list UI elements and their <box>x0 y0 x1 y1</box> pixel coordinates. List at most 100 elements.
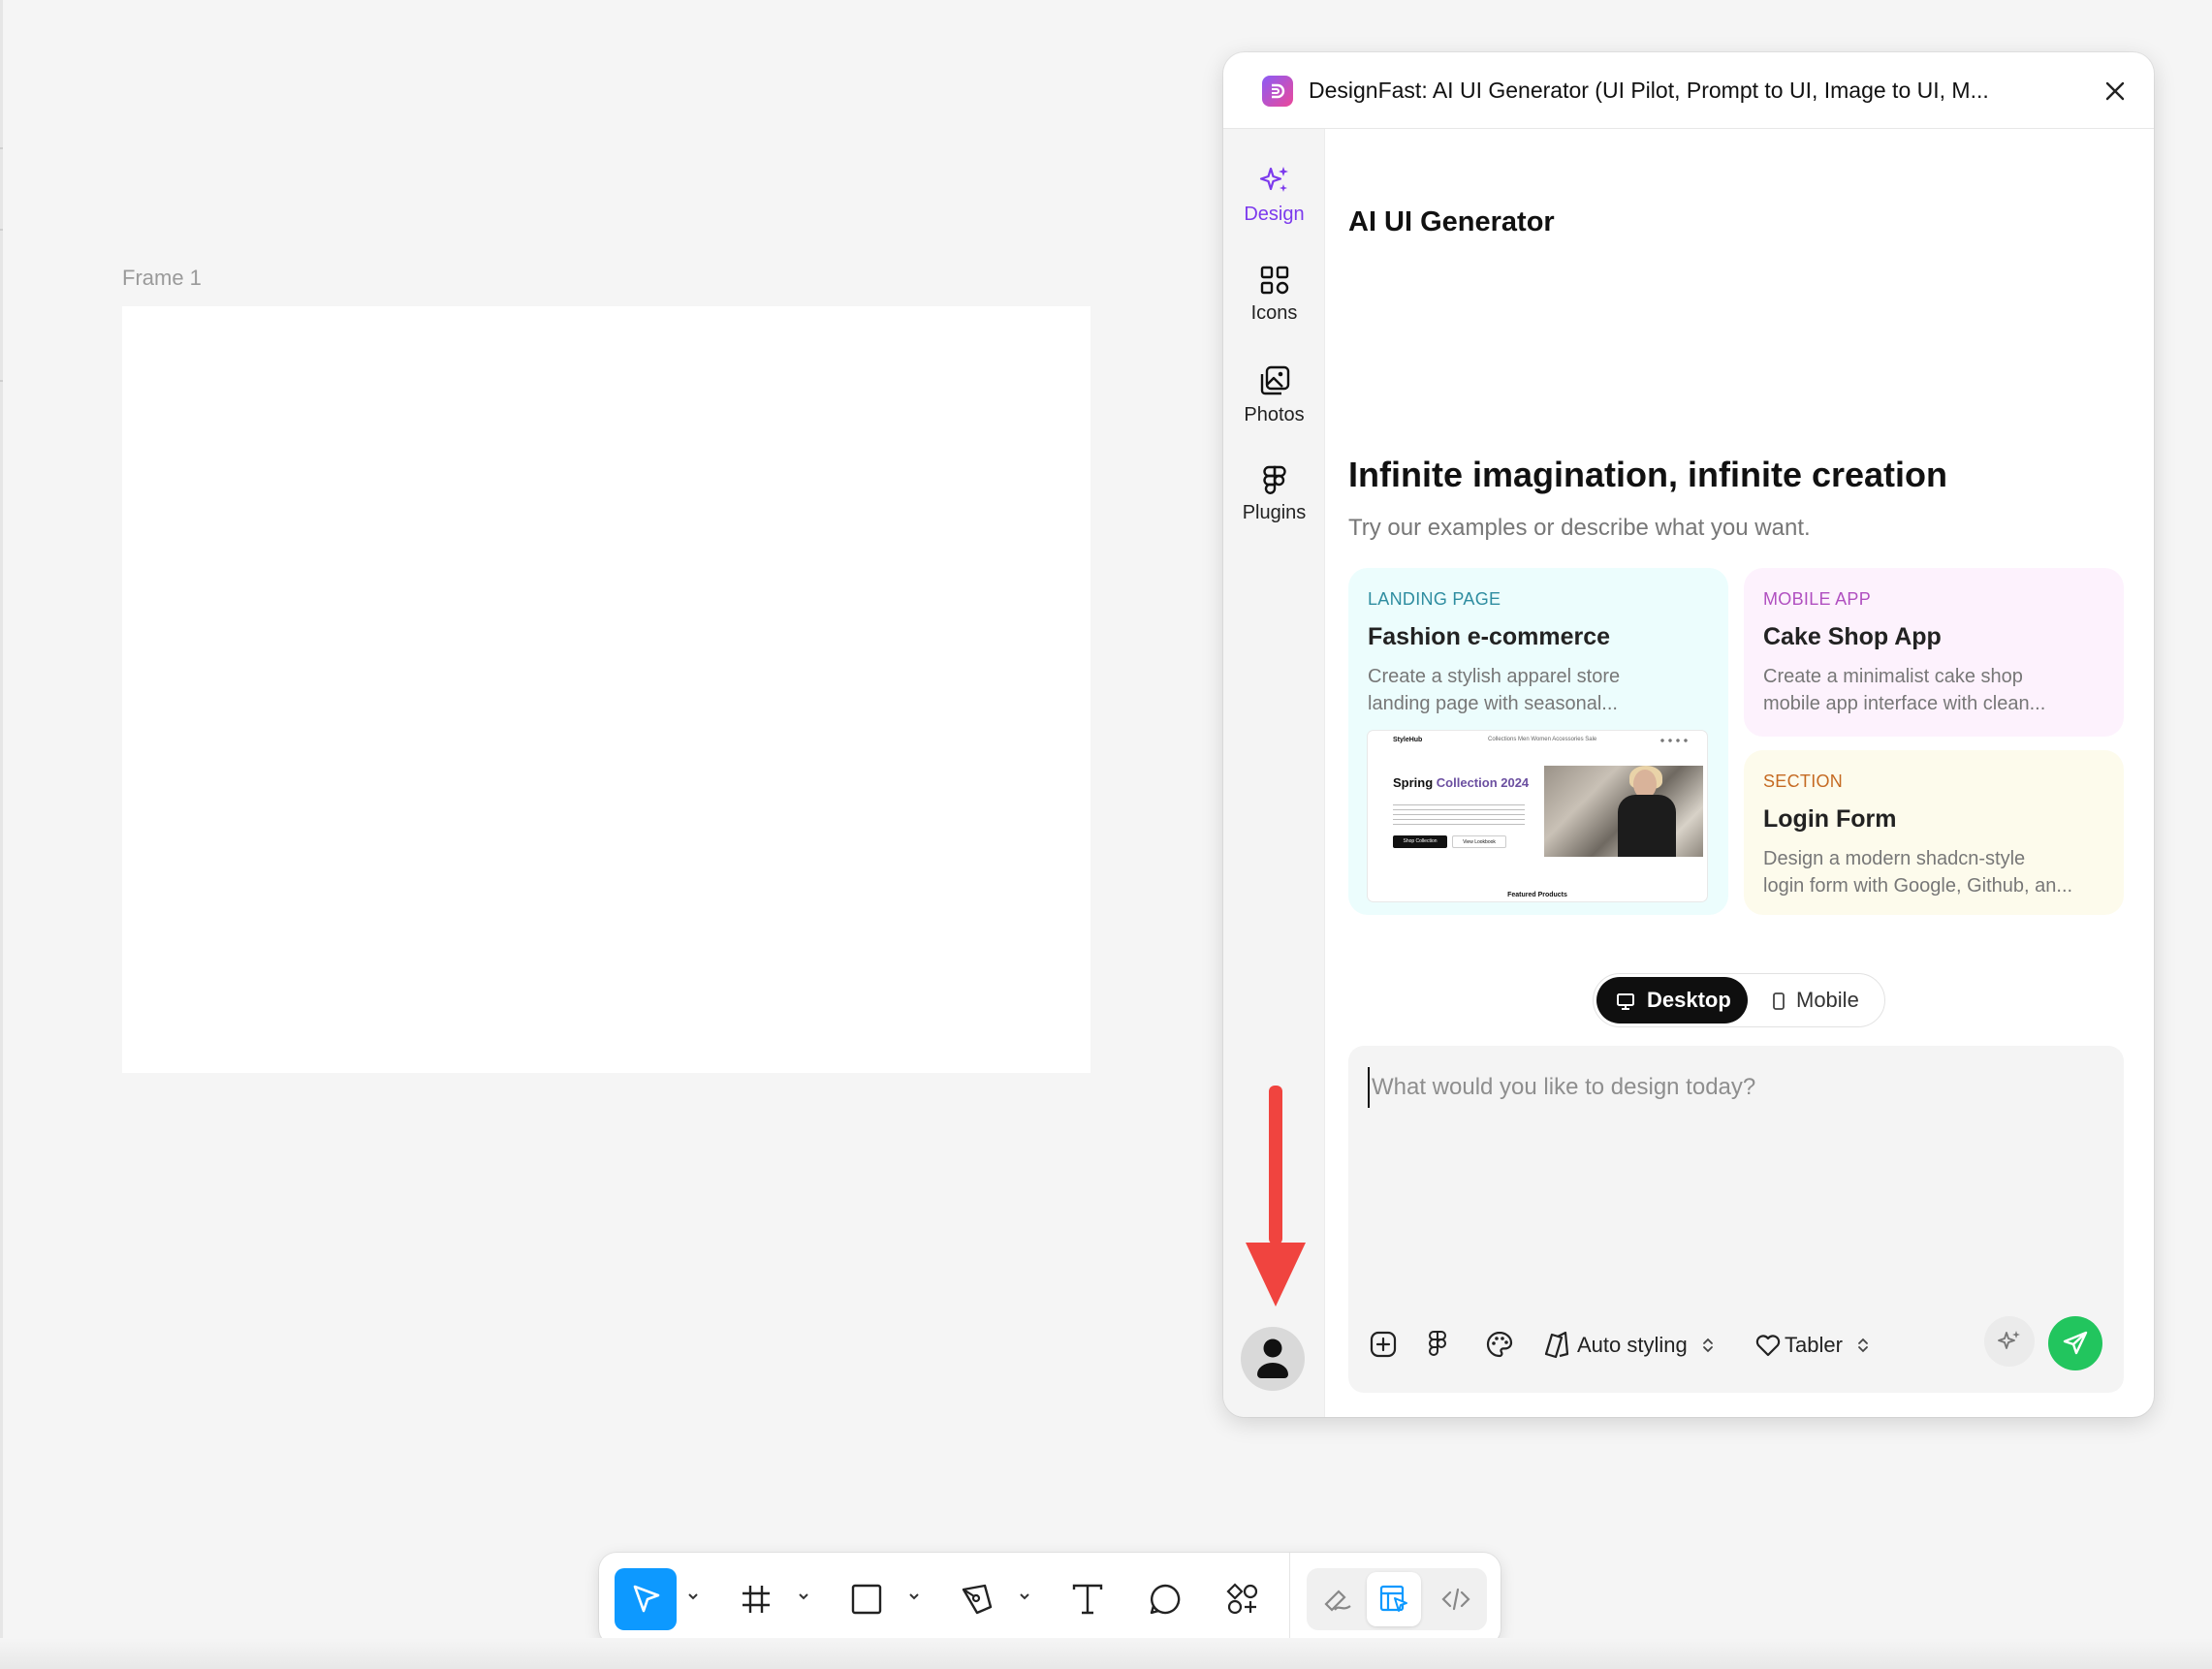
style-shapes-icon[interactable] <box>1542 1329 1571 1365</box>
close-icon[interactable] <box>2098 74 2133 109</box>
design-mode[interactable] <box>1367 1572 1421 1626</box>
hero-subtitle: Try our examples or describe what you wa… <box>1348 515 1811 541</box>
toolbar-divider <box>1289 1553 1290 1646</box>
frame-tool[interactable] <box>725 1568 787 1630</box>
generator-heading: AI UI Generator <box>1348 206 1555 237</box>
square-icon <box>851 1584 882 1615</box>
preview-headline: Spring Collection 2024 <box>1393 775 1529 790</box>
preview-brand: StyleHub <box>1393 737 1423 743</box>
comment-icon <box>1150 1584 1181 1615</box>
device-mobile-option[interactable]: Mobile <box>1752 977 1880 1023</box>
prompt-input[interactable] <box>1368 1067 2110 1108</box>
shapes-plus-icon <box>1226 1583 1258 1615</box>
device-desktop-option[interactable]: Desktop <box>1596 977 1748 1023</box>
chevron-down-icon[interactable] <box>907 1591 921 1603</box>
card-desc-line: mobile app interface with clean... <box>1763 693 2046 714</box>
chevron-down-icon[interactable] <box>1018 1591 1031 1603</box>
nav-design[interactable]: Design <box>1223 163 1325 226</box>
hero-title: Infinite imagination, infinite creation <box>1348 455 1948 494</box>
annotation-arrow <box>1246 1086 1306 1307</box>
chevron-down-icon[interactable] <box>686 1591 700 1603</box>
add-attachment-icon[interactable] <box>1368 1329 1399 1365</box>
design-mode-icon <box>1379 1585 1407 1612</box>
canvas-frame[interactable] <box>122 306 1090 1073</box>
card-title: Cake Shop App <box>1763 623 1942 650</box>
enhance-prompt-button[interactable] <box>1984 1316 2035 1367</box>
device-toggle: Desktop Mobile <box>1593 973 1885 1027</box>
card-title: Fashion e-commerce <box>1368 623 1611 650</box>
user-avatar[interactable] <box>1241 1327 1305 1391</box>
example-card-landing-page[interactable]: LANDING PAGE Fashion e-commerce Create a… <box>1348 568 1728 915</box>
preview-headline-a: Spring <box>1393 775 1434 790</box>
prompt-box: Auto styling Tabler <box>1348 1046 2124 1393</box>
draw-mode[interactable] <box>1307 1568 1369 1630</box>
preview-body-text <box>1393 804 1525 826</box>
cursor-icon <box>633 1585 660 1613</box>
sparkle-icon <box>1998 1331 2020 1349</box>
nav-plugins[interactable]: Plugins <box>1223 463 1325 524</box>
preview-hero-photo <box>1544 766 1703 857</box>
bottom-toolbar <box>599 1553 1501 1646</box>
ruler-tick <box>0 147 3 149</box>
ruler-tick <box>0 229 3 231</box>
icon-kit-label: Tabler <box>1785 1333 1843 1357</box>
text-tool[interactable] <box>1057 1568 1119 1630</box>
nav-plugins-label: Plugins <box>1242 502 1307 523</box>
heart-icon[interactable] <box>1754 1329 1783 1365</box>
preview-headline-b: Collection 2024 <box>1436 775 1530 790</box>
nav-icons-label: Icons <box>1250 302 1298 324</box>
chevron-updown-icon <box>1858 1338 1868 1353</box>
nav-design-label: Design <box>1244 204 1305 225</box>
phone-icon <box>1773 992 1785 1010</box>
preview-photo-shirt <box>1618 795 1676 857</box>
dev-mode[interactable] <box>1425 1568 1487 1630</box>
figma-icon <box>1262 465 1286 494</box>
user-icon <box>1257 1338 1288 1378</box>
sparkles-icon <box>1259 167 1288 192</box>
preview-nav: Collections Men Women Accessories Sale <box>1488 737 1597 742</box>
preview-featured-heading: Featured Products <box>1507 892 1567 898</box>
move-tool[interactable] <box>615 1568 677 1630</box>
actions-tool[interactable] <box>1212 1568 1274 1630</box>
chevron-down-icon[interactable] <box>797 1591 810 1603</box>
pen-icon <box>962 1584 993 1615</box>
panel-header: DesignFast: AI UI Generator (UI Pilot, P… <box>1223 52 2154 129</box>
photos-icon <box>1260 365 1289 395</box>
card-desc-line: login form with Google, Github, an... <box>1763 875 2073 897</box>
auto-styling-select[interactable]: Auto styling <box>1577 1333 1715 1358</box>
nav-photos-label: Photos <box>1244 404 1305 425</box>
canvas-left-edge <box>0 0 3 1669</box>
card-tag: MOBILE APP <box>1763 589 1872 609</box>
grid-icon <box>1260 266 1288 295</box>
frame-label[interactable]: Frame 1 <box>122 266 202 291</box>
example-card-mobile-app[interactable]: MOBILE APP Cake Shop App Create a minima… <box>1744 568 2124 737</box>
send-button[interactable] <box>2048 1316 2102 1370</box>
nav-icons[interactable]: Icons <box>1223 264 1325 325</box>
card-desc-line: Create a stylish apparel store <box>1368 666 1621 687</box>
comment-tool[interactable] <box>1134 1568 1196 1630</box>
card-description: Design a modern shadcn-style login form … <box>1763 845 2104 899</box>
figma-import-icon[interactable] <box>1426 1329 1449 1365</box>
nav-photos[interactable]: Photos <box>1223 363 1325 426</box>
pen-tool[interactable] <box>946 1568 1008 1630</box>
card-tag: SECTION <box>1763 772 1844 791</box>
preview-nav-icons <box>1659 738 1688 743</box>
mode-switcher <box>1307 1568 1487 1630</box>
card-desc-line: Design a modern shadcn-style <box>1763 848 2026 869</box>
code-icon <box>1441 1588 1470 1611</box>
palette-icon[interactable] <box>1484 1329 1515 1365</box>
designfast-logo-icon <box>1262 76 1293 107</box>
landing-page-preview-image: StyleHub Collections Men Women Accessori… <box>1368 731 1707 901</box>
card-title: Login Form <box>1763 805 1897 833</box>
panel-title: DesignFast: AI UI Generator (UI Pilot, P… <box>1309 78 1989 103</box>
chevron-updown-icon <box>1702 1338 1713 1353</box>
text-icon <box>1072 1584 1103 1615</box>
plugin-panel: DesignFast: AI UI Generator (UI Pilot, P… <box>1223 52 2154 1417</box>
rectangle-tool[interactable] <box>836 1568 898 1630</box>
card-tag: LANDING PAGE <box>1368 589 1501 609</box>
ruler-tick <box>0 380 3 382</box>
icon-kit-select[interactable]: Tabler <box>1785 1333 1870 1358</box>
preview-secondary-button: View Lookbook <box>1452 835 1506 848</box>
example-card-section[interactable]: SECTION Login Form Design a modern shadc… <box>1744 750 2124 915</box>
card-description: Create a stylish apparel store landing p… <box>1368 663 1709 717</box>
